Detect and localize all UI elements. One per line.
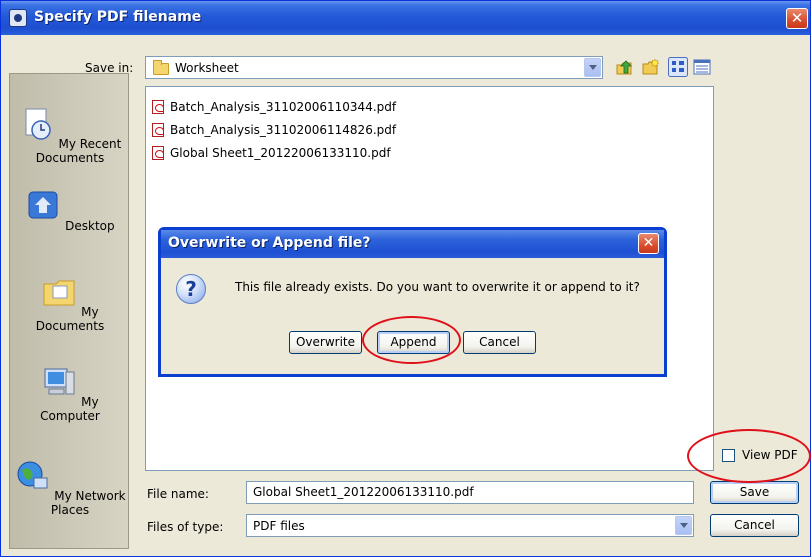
place-desktop[interactable]: Desktop bbox=[10, 188, 130, 233]
dialog-title-bar[interactable]: Overwrite or Append file? ✕ bbox=[161, 230, 664, 258]
file-name: Batch_Analysis_31102006110344.pdf bbox=[170, 100, 397, 114]
append-highlight-ring bbox=[362, 316, 461, 364]
pdf-file-icon bbox=[152, 146, 164, 160]
file-type-dropdown[interactable]: PDF files bbox=[246, 514, 694, 537]
desktop-icon bbox=[28, 191, 58, 219]
file-type-label: Files of type: bbox=[147, 520, 224, 534]
close-button[interactable]: ✕ bbox=[786, 8, 808, 29]
details-view-icon[interactable] bbox=[693, 58, 711, 76]
file-type-value: PDF files bbox=[253, 519, 305, 533]
places-bar: My Recent Documents Desktop My Documents bbox=[9, 73, 129, 549]
place-network-places[interactable]: My Network Places bbox=[10, 458, 130, 517]
my-documents-icon bbox=[43, 280, 75, 306]
file-name: Global Sheet1_20122006133110.pdf bbox=[170, 146, 391, 160]
save-in-dropdown[interactable]: Worksheet bbox=[145, 56, 603, 79]
save-in-value: Worksheet bbox=[175, 61, 239, 75]
list-item[interactable]: Batch_Analysis_31102006110344.pdf bbox=[150, 98, 396, 116]
up-folder-icon[interactable] bbox=[615, 58, 633, 76]
place-label: My Network bbox=[54, 489, 126, 503]
place-my-documents[interactable]: My Documents bbox=[10, 274, 130, 333]
overwrite-button[interactable]: Overwrite bbox=[289, 331, 362, 354]
dialog-close-button[interactable]: ✕ bbox=[638, 233, 659, 254]
list-view-icon[interactable] bbox=[668, 57, 688, 77]
title-bar[interactable]: Specify PDF filename ✕ bbox=[1, 1, 810, 35]
window-title: Specify PDF filename bbox=[34, 9, 202, 25]
my-computer-icon bbox=[44, 368, 75, 395]
place-my-computer[interactable]: My Computer bbox=[10, 364, 130, 423]
list-item[interactable]: Batch_Analysis_31102006114826.pdf bbox=[150, 121, 396, 139]
cancel-button[interactable]: Cancel bbox=[710, 514, 799, 537]
folder-icon bbox=[153, 60, 169, 75]
file-name-label: File name: bbox=[147, 487, 209, 501]
dialog-cancel-button[interactable]: Cancel bbox=[463, 331, 536, 354]
file-name: Batch_Analysis_31102006114826.pdf bbox=[170, 123, 397, 137]
place-label: Documents bbox=[35, 151, 105, 165]
chevron-down-icon[interactable] bbox=[675, 516, 692, 535]
place-label: Places bbox=[50, 503, 90, 517]
list-item[interactable]: Global Sheet1_20122006133110.pdf bbox=[150, 144, 391, 162]
save-button[interactable]: Save bbox=[710, 481, 799, 504]
save-dialog-window: Specify PDF filename ✕ Save in: Workshee… bbox=[0, 0, 811, 557]
pdf-file-icon bbox=[152, 123, 164, 137]
chevron-down-icon[interactable] bbox=[584, 58, 601, 77]
place-label: Desktop bbox=[65, 219, 115, 233]
file-name-field[interactable]: Global Sheet1_20122006133110.pdf bbox=[246, 481, 694, 504]
dialog-message: This file already exists. Do you want to… bbox=[235, 280, 640, 294]
question-icon: ? bbox=[176, 274, 206, 304]
network-places-icon bbox=[17, 461, 48, 489]
place-label: My Recent bbox=[58, 137, 122, 151]
recent-documents-icon bbox=[25, 108, 51, 140]
view-pdf-highlight-ring bbox=[687, 429, 811, 483]
app-icon bbox=[9, 9, 27, 27]
new-folder-icon[interactable] bbox=[642, 58, 660, 76]
pdf-file-icon bbox=[152, 100, 164, 114]
dialog-title: Overwrite or Append file? bbox=[168, 235, 371, 251]
place-recent-documents[interactable]: My Recent Documents bbox=[10, 106, 130, 165]
